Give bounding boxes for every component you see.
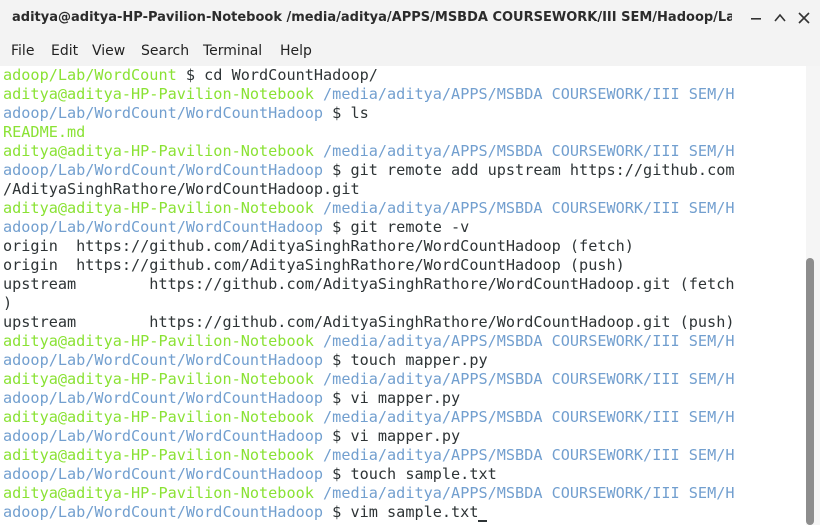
menu-terminal[interactable]: Terminal [202,43,263,59]
prompt-user: aditya@aditya-HP-Pavilion-Notebook [3,332,314,350]
prompt-path: /media/aditya/APPS/MSBDA COURSEWORK/III … [313,332,735,350]
terminal-line: adoop/Lab/WordCount/WordCountHadoop $ to… [0,351,806,370]
terminal-line: aditya@aditya-HP-Pavilion-Notebook /medi… [0,446,806,465]
minimize-icon[interactable] [746,8,766,28]
prompt-path: adoop/Lab/WordCount/WordCountHadoop [3,161,324,179]
prompt-user: adoop/Lab/WordCount [3,66,177,84]
prompt-path: adoop/Lab/WordCount/WordCountHadoop [3,427,324,445]
prompt-user: aditya@aditya-HP-Pavilion-Notebook [3,199,314,217]
terminal-text: upstream https://github.com/AdityaSinghR… [3,313,735,331]
prompt-user: aditya@aditya-HP-Pavilion-Notebook [3,370,314,388]
menu-bar: File Edit View Search Terminal Help [0,37,820,67]
terminal-line: origin https://github.com/AdityaSinghRat… [0,256,806,275]
prompt-user: README.md [3,123,86,141]
menu-search[interactable]: Search [140,43,190,59]
terminal-text: upstream https://github.com/AdityaSinghR… [3,275,735,293]
terminal-line: README.md [0,123,806,142]
terminal-window: aditya@aditya-HP-Pavilion-Notebook /medi… [0,0,820,525]
prompt-user: aditya@aditya-HP-Pavilion-Notebook [3,408,314,426]
terminal-line: upstream https://github.com/AdityaSinghR… [0,313,806,332]
menu-file[interactable]: File [10,43,35,59]
text-cursor [478,520,488,522]
prompt-path: /media/aditya/APPS/MSBDA COURSEWORK/III … [313,199,735,217]
terminal-text: origin https://github.com/AdityaSinghRat… [3,256,625,274]
terminal-line: upstream https://github.com/AdityaSinghR… [0,275,806,294]
prompt-path: /media/aditya/APPS/MSBDA COURSEWORK/III … [313,446,735,464]
terminal-line: aditya@aditya-HP-Pavilion-Notebook /medi… [0,85,806,104]
scrollbar-thumb[interactable] [806,258,814,525]
terminal-line: adoop/Lab/WordCount/WordCountHadoop $ vi… [0,389,806,408]
prompt-user: aditya@aditya-HP-Pavilion-Notebook [3,446,314,464]
prompt-path: adoop/Lab/WordCount/WordCountHadoop [3,503,324,521]
terminal-line: aditya@aditya-HP-Pavilion-Notebook /medi… [0,199,806,218]
terminal-text: $ cd WordCountHadoop/ [176,66,378,84]
terminal-line: origin https://github.com/AdityaSinghRat… [0,237,806,256]
menu-help[interactable]: Help [279,43,313,59]
prompt-path: /media/aditya/APPS/MSBDA COURSEWORK/III … [313,85,735,103]
terminal-line: /AdityaSinghRathore/WordCountHadoop.git [0,180,806,199]
terminal-line: adoop/Lab/WordCount/WordCountHadoop $ gi… [0,161,806,180]
terminal-text: $ ls [323,104,369,122]
menu-edit[interactable]: Edit [50,43,79,59]
menu-view[interactable]: View [91,43,126,59]
terminal-text: $ vim sample.txt [323,503,479,521]
terminal-line: adoop/Lab/WordCount/WordCountHadoop $ vi… [0,427,806,446]
terminal-text: $ touch sample.txt [323,465,497,483]
maximize-icon[interactable] [770,8,790,28]
prompt-path: /media/aditya/APPS/MSBDA COURSEWORK/III … [313,370,735,388]
prompt-user: aditya@aditya-HP-Pavilion-Notebook [3,85,314,103]
terminal-text: /AdityaSinghRathore/WordCountHadoop.git [3,180,360,198]
terminal-text: $ touch mapper.py [323,351,488,369]
terminal-line: aditya@aditya-HP-Pavilion-Notebook /medi… [0,332,806,351]
prompt-path: adoop/Lab/WordCount/WordCountHadoop [3,389,324,407]
prompt-path: adoop/Lab/WordCount/WordCountHadoop [3,465,324,483]
terminal-line: aditya@aditya-HP-Pavilion-Notebook /medi… [0,370,806,389]
prompt-path: adoop/Lab/WordCount/WordCountHadoop [3,351,324,369]
prompt-path: /media/aditya/APPS/MSBDA COURSEWORK/III … [313,484,735,502]
terminal-text: origin https://github.com/AdityaSinghRat… [3,237,634,255]
terminal-text: $ vi mapper.py [323,389,461,407]
terminal-line: adoop/Lab/WordCount/WordCountHadoop $ ls [0,104,806,123]
terminal-output[interactable]: adoop/Lab/WordCount $ cd WordCountHadoop… [0,66,806,525]
prompt-path: adoop/Lab/WordCount/WordCountHadoop [3,104,324,122]
title-bar[interactable]: aditya@aditya-HP-Pavilion-Notebook /medi… [0,0,820,37]
window-title: aditya@aditya-HP-Pavilion-Notebook /medi… [12,10,732,25]
terminal-line: adoop/Lab/WordCount/WordCountHadoop $ gi… [0,218,806,237]
close-icon[interactable] [794,8,814,28]
terminal-line: adoop/Lab/WordCount/WordCountHadoop $ to… [0,465,806,484]
prompt-path: /media/aditya/APPS/MSBDA COURSEWORK/III … [313,408,735,426]
terminal-line: aditya@aditya-HP-Pavilion-Notebook /medi… [0,408,806,427]
terminal-text: ) [3,294,13,312]
terminal-line: aditya@aditya-HP-Pavilion-Notebook /medi… [0,484,806,503]
terminal-line: aditya@aditya-HP-Pavilion-Notebook /medi… [0,142,806,161]
prompt-user: aditya@aditya-HP-Pavilion-Notebook [3,142,314,160]
prompt-user: aditya@aditya-HP-Pavilion-Notebook [3,484,314,502]
terminal-text: $ git remote -v [323,218,470,236]
prompt-path: adoop/Lab/WordCount/WordCountHadoop [3,218,324,236]
prompt-path: /media/aditya/APPS/MSBDA COURSEWORK/III … [313,142,735,160]
terminal-text: $ git remote add upstream https://github… [323,161,735,179]
terminal-text: $ vi mapper.py [323,427,461,445]
terminal-line: ) [0,294,806,313]
terminal-line: adoop/Lab/WordCount/WordCountHadoop $ vi… [0,503,806,522]
vertical-scrollbar[interactable] [806,66,820,525]
terminal-line: adoop/Lab/WordCount $ cd WordCountHadoop… [0,66,806,85]
